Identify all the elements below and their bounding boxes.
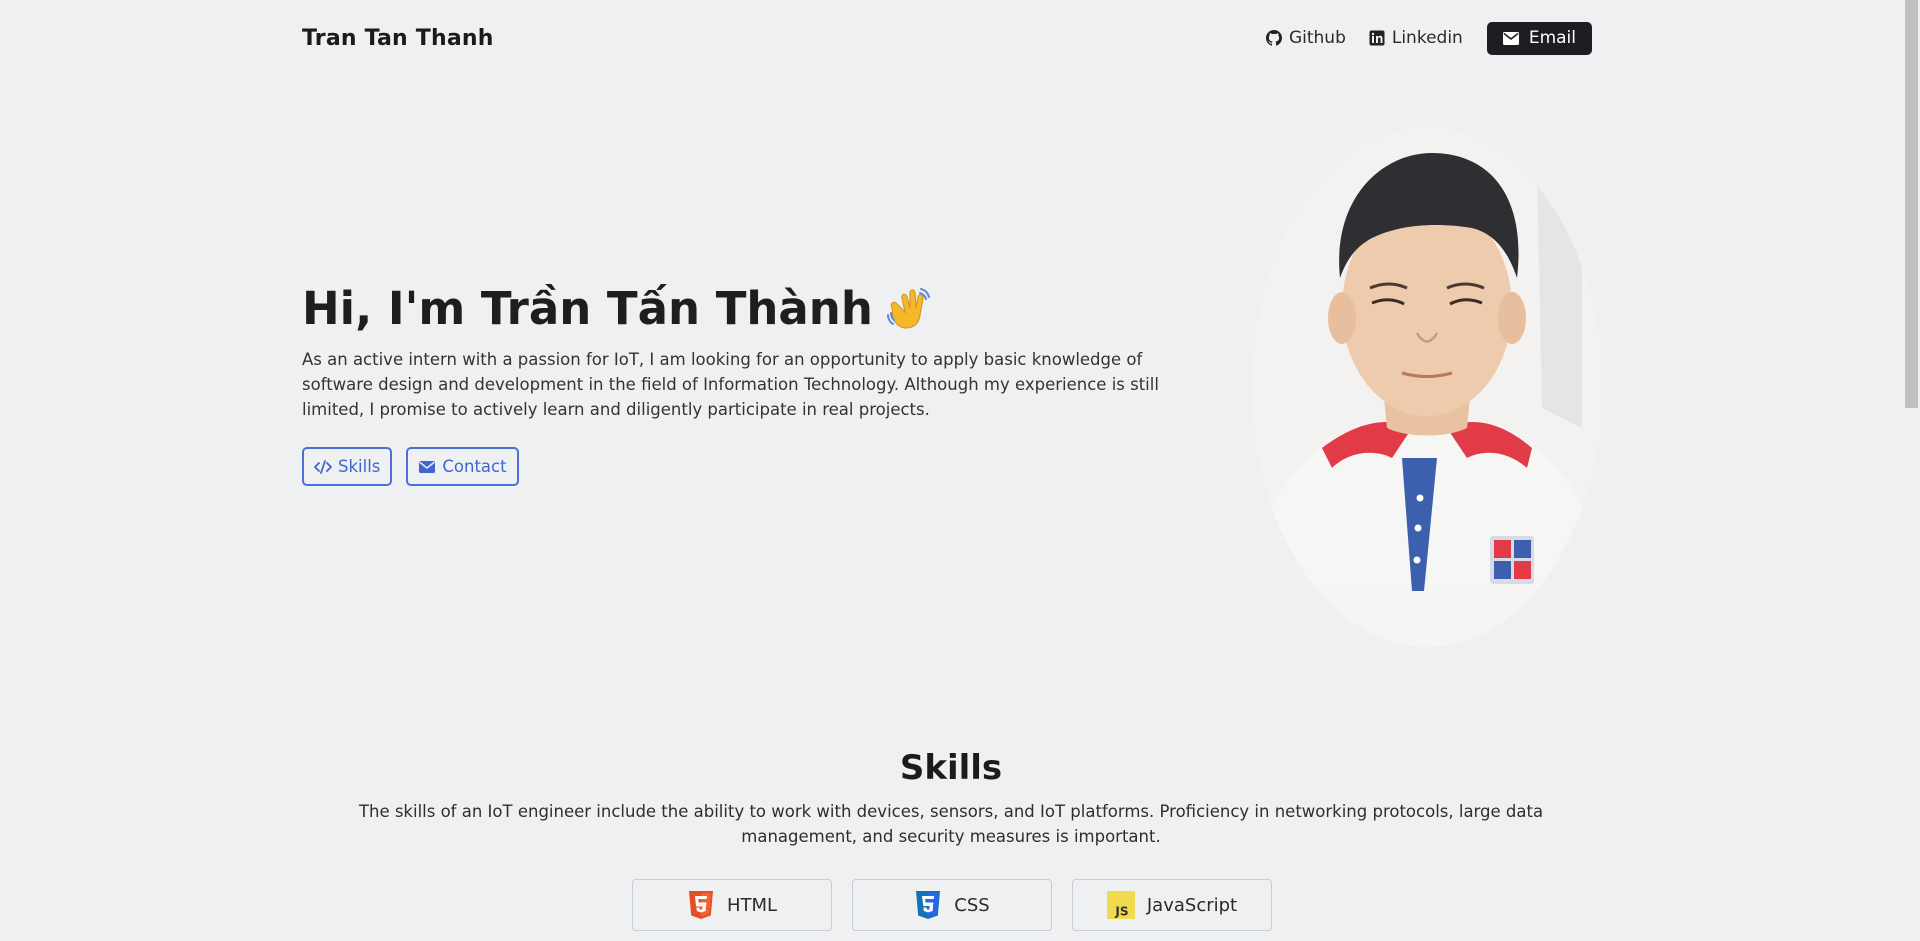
svg-text:JS: JS xyxy=(1114,904,1128,918)
email-button-label: Email xyxy=(1528,28,1576,48)
email-button[interactable]: Email xyxy=(1486,21,1592,55)
linkedin-icon xyxy=(1369,30,1385,46)
skills-button[interactable]: Skills xyxy=(302,447,393,486)
skill-card-javascript[interactable]: JS JavaScript xyxy=(1072,879,1272,931)
hero-description: As an active intern with a passion for I… xyxy=(302,350,1159,419)
site-header: Tran Tan Thanh Github Linkedin Email xyxy=(302,18,1592,58)
envelope-icon xyxy=(1502,31,1519,45)
nav-github-label: Github xyxy=(1288,28,1346,48)
skills-button-label: Skills xyxy=(338,457,381,476)
profile-photo xyxy=(1252,128,1602,647)
hero-title: Hi, I'm Trần Tấn Thành xyxy=(302,282,933,335)
site-brand[interactable]: Tran Tan Thanh xyxy=(302,26,494,51)
nav-linkedin-label: Linkedin xyxy=(1391,28,1463,48)
envelope-icon xyxy=(419,460,436,473)
javascript-icon: JS xyxy=(1106,891,1135,919)
page: Tran Tan Thanh Github Linkedin Email Hi,… xyxy=(0,0,1920,941)
css3-icon xyxy=(916,891,941,919)
hero-title-text: Hi, I'm Trần Tấn Thành xyxy=(302,282,873,335)
contact-button-label: Contact xyxy=(442,457,507,476)
skills-title: Skills xyxy=(899,748,1003,788)
page-scrollbar[interactable] xyxy=(1903,0,1920,941)
skills-description: The skills of an IoT engineer include th… xyxy=(358,802,1544,846)
waving-hand-icon xyxy=(886,287,930,329)
nav-github-link[interactable]: Github xyxy=(1265,28,1346,48)
contact-button[interactable]: Contact xyxy=(406,447,519,486)
top-nav: Github Linkedin Email xyxy=(1243,21,1592,55)
skill-card-css-label: CSS xyxy=(954,894,990,916)
skill-cards: HTML CSS JS JavaScript xyxy=(632,879,1272,931)
nav-linkedin-link[interactable]: Linkedin xyxy=(1369,28,1463,48)
code-icon xyxy=(314,459,332,474)
html5-icon xyxy=(688,891,713,919)
scrollbar-thumb[interactable] xyxy=(1905,0,1918,408)
skill-card-javascript-label: JavaScript xyxy=(1146,894,1238,916)
hero-buttons: Skills Contact xyxy=(302,447,519,486)
github-icon xyxy=(1265,30,1282,46)
skill-card-html-label: HTML xyxy=(726,894,778,916)
skill-card-html[interactable]: HTML xyxy=(632,879,832,931)
skill-card-css[interactable]: CSS xyxy=(852,879,1052,931)
profile-photo-image xyxy=(1252,128,1602,647)
